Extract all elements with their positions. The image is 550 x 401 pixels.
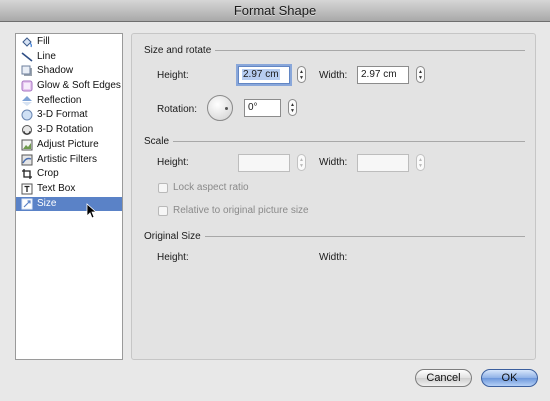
sidebar-item-shadow[interactable]: Shadow — [16, 64, 122, 79]
scale-width-stepper[interactable]: ▲ ▼ — [416, 154, 425, 171]
sidebar-item-label: Glow & Soft Edges — [37, 80, 121, 92]
lock-aspect-ratio-checkbox[interactable] — [158, 183, 168, 193]
rotation-field[interactable]: 0° — [244, 99, 281, 117]
relative-to-original-checkbox[interactable] — [158, 206, 168, 216]
sidebar-item-fill[interactable]: Fill — [16, 35, 122, 50]
original-height-label: Height: — [157, 252, 189, 263]
rotation-label: Rotation: — [157, 104, 198, 115]
paint-bucket-icon — [20, 36, 33, 48]
3d-rotation-icon — [20, 124, 33, 136]
original-width-label: Width: — [319, 252, 348, 263]
sidebar-item-label: Reflection — [37, 94, 82, 106]
line-pen-icon — [20, 51, 33, 63]
rotation-dial[interactable] — [207, 95, 233, 121]
size-settings-panel: Size and rotate Height: 2.97 cm ▲ ▼ Width… — [131, 33, 536, 360]
category-list: Fill Line Shadow Glow & Soft Edges Refle… — [15, 33, 123, 360]
width-field[interactable]: 2.97 cm — [357, 66, 409, 84]
sidebar-item-artistic-filters[interactable]: Artistic Filters — [16, 153, 122, 168]
sidebar-item-3d-rotation[interactable]: 3-D Rotation — [16, 123, 122, 138]
scale-heading: Scale — [144, 136, 525, 147]
height-field[interactable]: 2.97 cm — [238, 66, 290, 84]
artistic-filters-icon — [20, 154, 33, 166]
dialog-body: Fill Line Shadow Glow & Soft Edges Refle… — [0, 22, 550, 401]
3d-format-icon — [20, 109, 33, 121]
sidebar-item-label: Artistic Filters — [37, 153, 97, 165]
sidebar-item-glow[interactable]: Glow & Soft Edges — [16, 79, 122, 94]
glow-icon — [20, 80, 33, 92]
window-title: Format Shape — [233, 3, 317, 18]
ok-button[interactable]: OK — [481, 369, 538, 387]
adjust-picture-icon — [20, 139, 33, 151]
mouse-pointer-icon — [86, 203, 96, 219]
relative-to-original-label: Relative to original picture size — [173, 205, 309, 216]
title-bar: Format Shape — [0, 0, 550, 22]
size-and-rotate-heading: Size and rotate — [144, 45, 525, 56]
scale-width-label: Width: — [319, 157, 348, 168]
sidebar-item-label: Size — [37, 197, 57, 209]
lock-aspect-ratio-label: Lock aspect ratio — [173, 182, 249, 193]
sidebar-item-label: Fill — [37, 36, 50, 47]
sidebar-item-label: 3-D Rotation — [37, 124, 94, 136]
sidebar-item-label: Adjust Picture — [37, 138, 99, 150]
scale-height-field[interactable] — [238, 154, 290, 172]
sidebar-item-line[interactable]: Line — [16, 50, 122, 65]
rotation-stepper[interactable]: ▲ ▼ — [288, 99, 297, 116]
scale-height-stepper[interactable]: ▲ ▼ — [297, 154, 306, 171]
reflection-icon — [20, 95, 33, 107]
original-size-heading: Original Size — [144, 231, 525, 242]
sidebar-item-size[interactable]: Size — [16, 196, 122, 212]
sidebar-item-label: 3-D Format — [37, 109, 88, 121]
sidebar-item-3d-format[interactable]: 3-D Format — [16, 108, 122, 123]
height-label: Height: — [157, 70, 189, 81]
scale-height-label: Height: — [157, 157, 189, 168]
scale-width-field[interactable] — [357, 154, 409, 172]
sidebar-item-text-box[interactable]: Text Box — [16, 182, 122, 197]
sidebar-item-label: Line — [37, 50, 56, 62]
sidebar-item-reflection[interactable]: Reflection — [16, 94, 122, 109]
sidebar-item-label: Crop — [37, 168, 59, 180]
width-label: Width: — [319, 70, 348, 81]
sidebar-item-crop[interactable]: Crop — [16, 167, 122, 182]
height-stepper[interactable]: ▲ ▼ — [297, 66, 306, 83]
sidebar-item-label: Shadow — [37, 65, 74, 77]
crop-icon — [20, 168, 33, 180]
size-icon — [20, 198, 33, 210]
shadow-icon — [20, 65, 33, 77]
width-stepper[interactable]: ▲ ▼ — [416, 66, 425, 83]
sidebar-item-label: Text Box — [37, 182, 76, 194]
cancel-button[interactable]: Cancel — [415, 369, 472, 387]
text-box-icon — [20, 183, 33, 195]
sidebar-item-adjust-picture[interactable]: Adjust Picture — [16, 138, 122, 153]
